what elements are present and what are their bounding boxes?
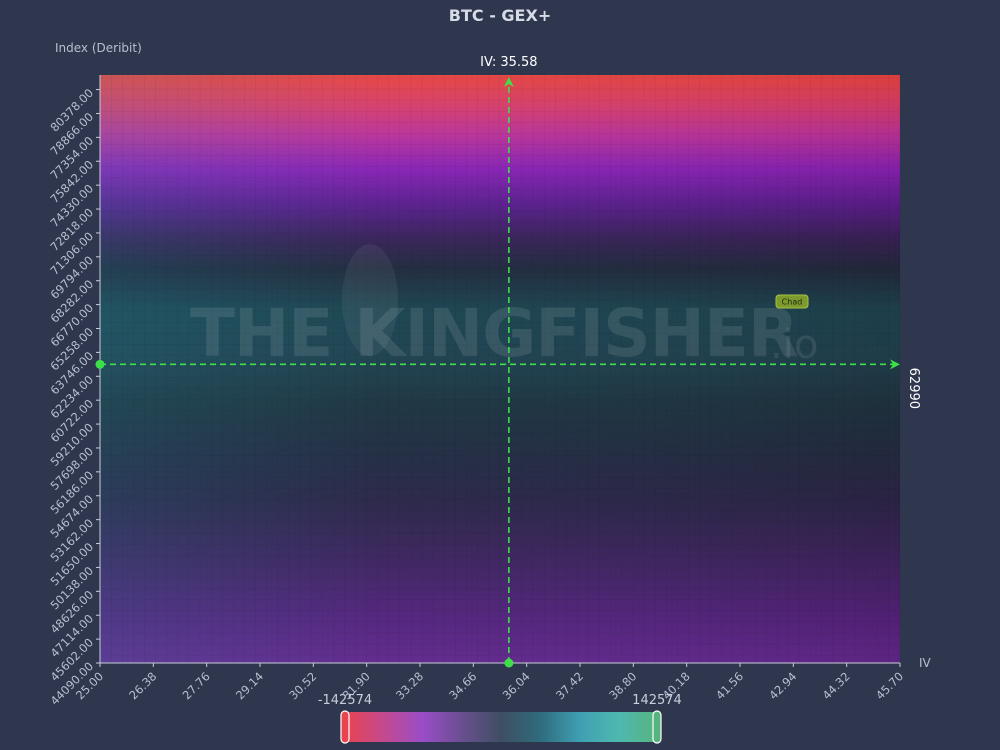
y-axis-label: Index (Deribit) [55, 41, 142, 55]
chad-badge-label: Chad [782, 298, 803, 307]
x-tick-labels: 25.00 26.38 27.76 29.14 30.52 31.90 33.28 34.66… [73, 663, 906, 702]
colorbar-min-handle[interactable] [340, 710, 350, 744]
x-tick-label: 42.94 [766, 669, 799, 702]
chad-badge[interactable]: Chad [775, 294, 809, 309]
colorbar-min-label: -142574 [318, 693, 372, 708]
x-tick-label: 36.04 [500, 669, 533, 702]
colorbar-max-label: 142574 [632, 693, 682, 708]
colorbar[interactable]: -142574 142574 [318, 693, 682, 744]
x-tick-label: 44.32 [820, 669, 853, 702]
gex-heatmap-chart: BTC - GEX+ Index (Deribit) IV THE KINGFI… [47, 6, 932, 744]
chart-root: BTC - GEX+ Index (Deribit) IV THE KINGFI… [0, 0, 1000, 750]
x-tick-label: 26.38 [126, 669, 159, 702]
chart-title: BTC - GEX+ [449, 6, 551, 25]
price-readout: 62990 [906, 368, 921, 409]
x-tick-label: 41.56 [713, 669, 746, 702]
y-tick-labels: 44090.0045602.0047114.0048626.0050138.00… [47, 86, 100, 708]
iv-crosshair-handle[interactable] [504, 658, 514, 668]
x-tick-label: 34.66 [446, 669, 479, 702]
x-tick-label: 27.76 [180, 669, 213, 702]
x-tick-label: 30.52 [286, 669, 319, 702]
x-tick-label: 45.70 [873, 669, 906, 702]
x-axis-label: IV [919, 656, 932, 670]
watermark-text: THE KINGFISHER [190, 295, 798, 372]
colorbar-max-handle[interactable] [652, 710, 662, 744]
x-tick-label: 29.14 [233, 669, 266, 702]
price-crosshair-handle[interactable] [95, 359, 105, 369]
x-tick-label: 33.28 [393, 669, 426, 702]
x-tick-label: 37.42 [553, 669, 586, 702]
colorbar-gradient [344, 712, 658, 742]
watermark-suffix: .io [770, 322, 818, 368]
iv-readout: IV: 35.58 [480, 55, 537, 70]
